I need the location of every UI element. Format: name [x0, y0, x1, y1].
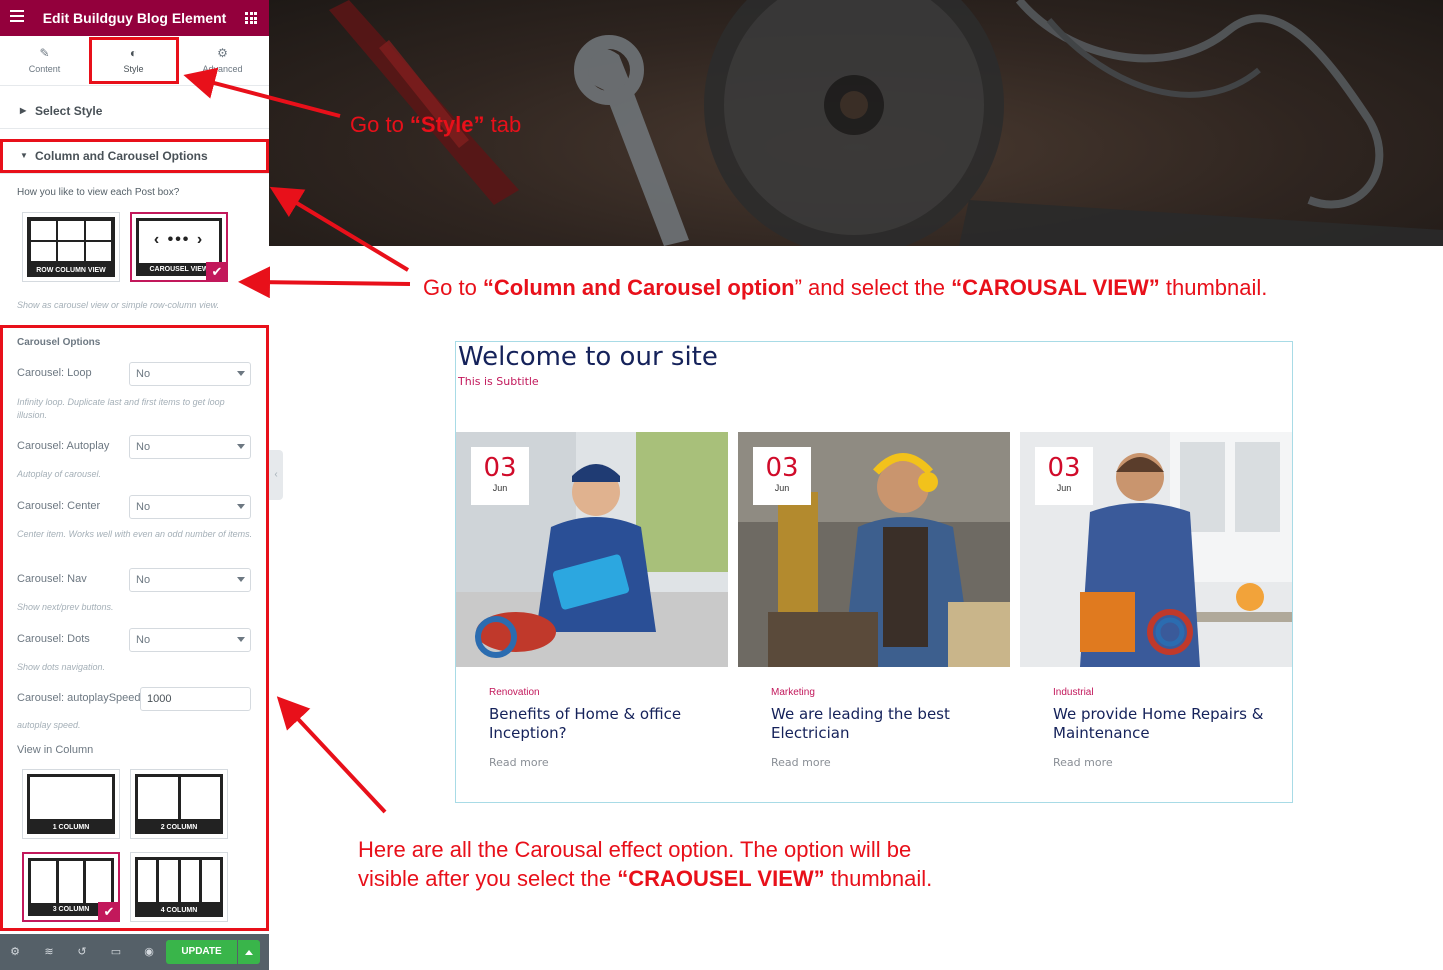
- post-card[interactable]: 03 Jun Industrial We provide Home Repair…: [1020, 432, 1292, 802]
- annotation-style-tab-pre: Go to: [350, 112, 410, 137]
- post-category[interactable]: Marketing: [771, 687, 815, 698]
- annotation-options-line2-post: thumbnail.: [824, 866, 933, 891]
- annotation-style-tab-post: tab: [484, 112, 522, 137]
- post-body: Marketing We are leading the best Electr…: [738, 667, 1000, 802]
- annotation-options-line2-pre: visible after you select the: [358, 866, 618, 891]
- post-category[interactable]: Renovation: [489, 687, 540, 698]
- arrow-to-column-section: [269, 186, 410, 272]
- post-day: 03: [1047, 453, 1081, 483]
- arrow-to-style-tab: [183, 67, 341, 118]
- read-more-link[interactable]: Read more: [489, 756, 549, 769]
- post-date-badge: 03 Jun: [1035, 447, 1093, 505]
- annotation-column-bold1: “Column and Carousel option: [482, 275, 795, 300]
- post-body: Industrial We provide Home Repairs & Mai…: [1020, 667, 1282, 802]
- post-title[interactable]: Benefits of Home & office Inception?: [489, 705, 709, 743]
- annotation-options-line2: visible after you select the “CRAOUSEL V…: [358, 864, 932, 893]
- read-more-link[interactable]: Read more: [1053, 756, 1113, 769]
- post-date-badge: 03 Jun: [471, 447, 529, 505]
- post-card[interactable]: 03 Jun Renovation Benefits of Home & off…: [456, 432, 728, 802]
- annotation-column-mid: ” and select the: [794, 275, 952, 300]
- arrow-to-carousel-thumbnail: [238, 266, 411, 299]
- post-month: Jun: [774, 483, 790, 493]
- post-card[interactable]: 03 Jun Marketing We are leading the best…: [738, 432, 1010, 802]
- site-title: Welcome to our site: [458, 342, 718, 372]
- annotation-column-bold2: “CAROUSAL VIEW”: [951, 275, 1160, 300]
- annotation-style-tab: Go to “Style” tab: [350, 110, 521, 139]
- post-month: Jun: [1056, 483, 1072, 493]
- site-subtitle: This is Subtitle: [458, 375, 539, 388]
- screenshot-root: Edit Buildguy Blog Element ✎ Content ◐ S…: [0, 0, 1443, 970]
- post-date-badge: 03 Jun: [753, 447, 811, 505]
- post-category[interactable]: Industrial: [1053, 687, 1094, 698]
- annotation-style-tab-bold: “Style”: [409, 112, 485, 137]
- annotation-options-line1: Here are all the Carousal effect option.…: [358, 837, 912, 862]
- annotation-column-pre: Go to: [423, 275, 483, 300]
- annotation-column-post: thumbnail.: [1159, 275, 1268, 300]
- blog-preview: Welcome to our site This is Subtitle 03 …: [455, 341, 1293, 803]
- annotation-options-line2-bold: “CRAOUSEL VIEW”: [617, 866, 825, 891]
- post-title[interactable]: We provide Home Repairs & Maintenance: [1053, 705, 1273, 743]
- post-title[interactable]: We are leading the best Electrician: [771, 705, 991, 743]
- arrow-to-carousel-options: [276, 696, 387, 814]
- post-day: 03: [765, 453, 799, 483]
- annotation-column-option: Go to “Column and Carousel option” and s…: [423, 273, 1267, 302]
- post-body: Renovation Benefits of Home & office Inc…: [456, 667, 718, 802]
- read-more-link[interactable]: Read more: [771, 756, 831, 769]
- post-month: Jun: [492, 483, 508, 493]
- post-day: 03: [483, 453, 517, 483]
